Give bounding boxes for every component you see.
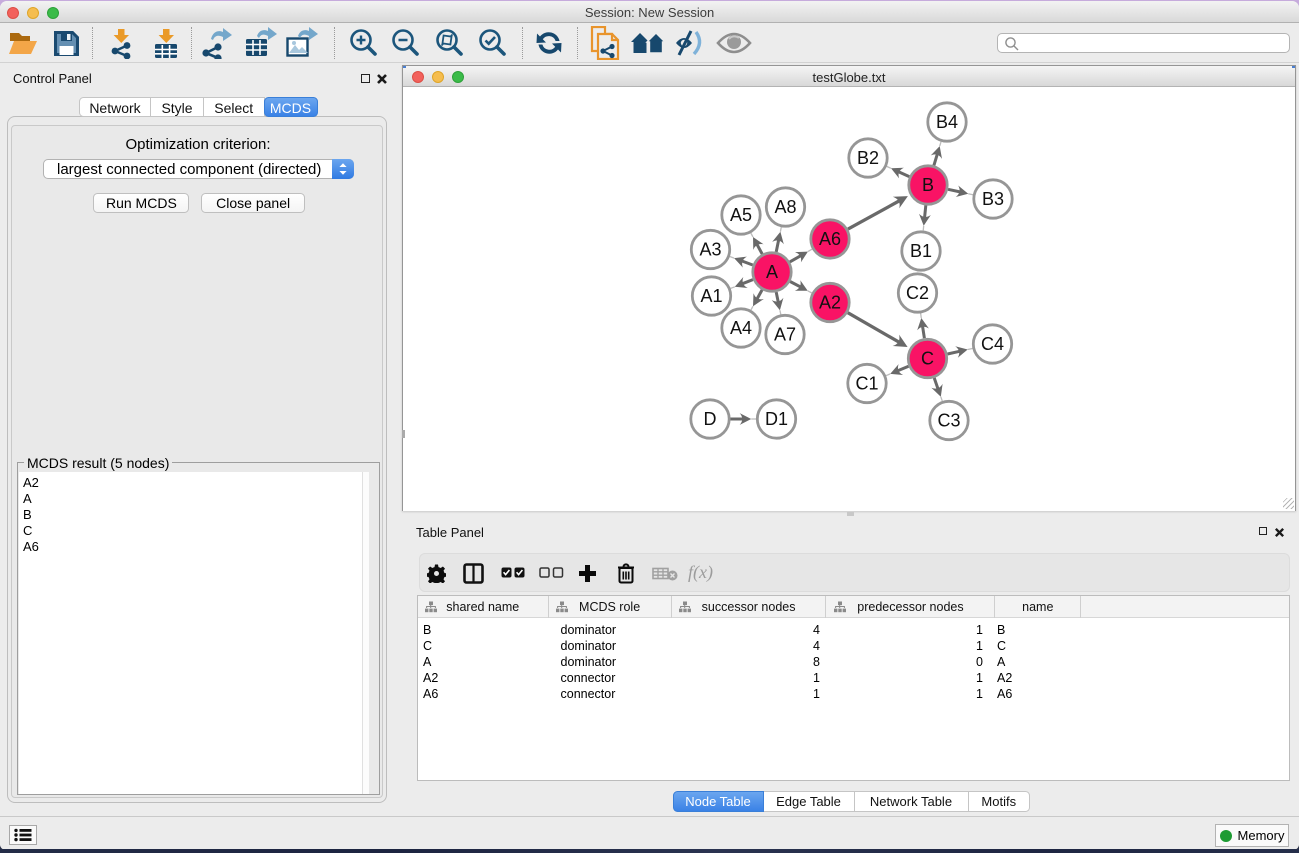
svg-text:A3: A3 bbox=[699, 240, 721, 260]
svg-text:A6: A6 bbox=[819, 229, 841, 249]
svg-text:B1: B1 bbox=[910, 241, 932, 261]
svg-text:B: B bbox=[922, 175, 934, 195]
svg-text:B2: B2 bbox=[857, 148, 879, 168]
svg-text:D1: D1 bbox=[765, 409, 788, 429]
svg-text:B4: B4 bbox=[936, 112, 958, 132]
svg-text:A: A bbox=[766, 262, 778, 282]
svg-text:B3: B3 bbox=[982, 189, 1004, 209]
svg-text:C1: C1 bbox=[855, 374, 878, 394]
svg-text:D: D bbox=[704, 409, 717, 429]
svg-text:C3: C3 bbox=[937, 411, 960, 431]
svg-text:A1: A1 bbox=[700, 286, 722, 306]
svg-text:C4: C4 bbox=[981, 334, 1004, 354]
svg-text:C2: C2 bbox=[906, 283, 929, 303]
svg-text:A5: A5 bbox=[730, 205, 752, 225]
svg-text:A2: A2 bbox=[819, 293, 841, 313]
svg-text:A8: A8 bbox=[774, 197, 796, 217]
svg-text:A7: A7 bbox=[774, 325, 796, 345]
svg-text:C: C bbox=[921, 349, 934, 369]
svg-text:A4: A4 bbox=[730, 318, 752, 338]
